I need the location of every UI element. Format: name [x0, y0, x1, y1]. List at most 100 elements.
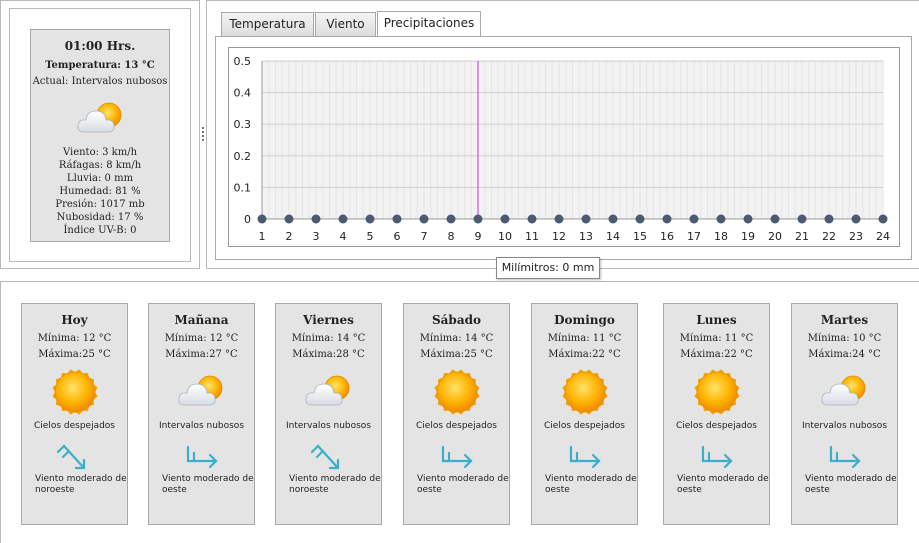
forecast-wind-text: Viento moderado de oeste	[677, 474, 769, 495]
splitter-grip-dot	[202, 139, 204, 141]
data-point	[446, 214, 456, 224]
forecast-day-card: Hoy Mínima: 12 °C Máxima:25 °C Cielos despe…	[21, 303, 128, 525]
tab-temperatura[interactable]: Temperatura	[221, 12, 314, 36]
x-tick-label: 11	[525, 230, 539, 243]
forecast-day-name: Viernes	[303, 313, 354, 327]
tab-precipitaciones[interactable]: Precipitaciones	[377, 11, 481, 37]
forecast-min-temp: Mínima: 11 °C	[679, 333, 754, 344]
forecast-condition: Cielos despejados	[34, 421, 115, 431]
x-tick-label: 3	[313, 230, 320, 243]
forecast-wind-text: Viento moderado de oeste	[805, 474, 897, 495]
y-tick-label: 0.2	[234, 150, 252, 163]
splitter-grip-dot	[202, 131, 204, 133]
x-tick-label: 1	[259, 230, 266, 243]
current-humidity: Humedad: 81 %	[59, 186, 141, 197]
data-point	[284, 214, 294, 224]
current-uv-index: Índice UV-B: 0	[63, 225, 137, 236]
forecast-condition: Cielos despejados	[416, 421, 497, 431]
precipitation-chart-svg: 00.10.20.30.40.51 2 3 4 5 6 7 8 9 10 11 12 13 14 15 16 1…	[234, 55, 891, 243]
wind-arrow-w-icon	[436, 438, 480, 470]
forecast-day-name: Domingo	[554, 313, 615, 327]
data-point	[365, 214, 375, 224]
partly-cloudy-icon	[75, 98, 127, 138]
data-point	[797, 214, 807, 224]
forecast-max-temp: Máxima:25 °C	[420, 349, 493, 360]
y-tick-label: 0.1	[234, 181, 252, 194]
forecast-day-card: Mañana Mínima: 12 °C Máxima:27 °C Intervalo…	[148, 303, 255, 525]
wind-arrow-w-icon	[696, 438, 740, 470]
forecast-day-card: Domingo Mínima: 11 °C Máxima:22 °C Cielos d…	[531, 303, 638, 525]
forecast-condition: Intervalos nubosos	[158, 421, 245, 431]
x-tick-label: 20	[768, 230, 782, 243]
forecast-wind-text: Viento moderado de oeste	[417, 474, 509, 495]
current-pressure: Presión: 1017 mb	[55, 199, 145, 210]
sun-icon	[691, 368, 743, 416]
forecast-day-name: Martes	[820, 313, 869, 327]
forecast-min-temp: Mínima: 12 °C	[164, 333, 239, 344]
forecast-min-temp: Mínima: 14 °C	[419, 333, 494, 344]
x-tick-label: 17	[687, 230, 701, 243]
forecast-max-temp: Máxima:22 °C	[680, 349, 753, 360]
data-point	[743, 214, 753, 224]
current-rain: Lluvia: 0 mm	[66, 173, 134, 184]
splitter-grip-dot	[202, 127, 204, 129]
forecast-day-name: Lunes	[696, 313, 737, 327]
partly-cloudy-icon	[819, 368, 871, 416]
data-point	[608, 214, 618, 224]
precipitation-chart[interactable]: 0 0.1 0.2 0.3 0.4 0.5 1 2 3 4 5 6 7 8 9 10 11 12 13 14 15 16 1…	[228, 47, 900, 279]
chart-panel: Temperatura Viento Precipitaciones 0 0.1 0…	[206, 0, 919, 279]
forecast-max-temp: Máxima:24 °C	[808, 349, 881, 360]
current-gusts: Ráfagas: 8 km/h	[58, 160, 142, 171]
forecast-max-temp: Máxima:25 °C	[38, 349, 111, 360]
data-point	[662, 214, 672, 224]
forecast-max-temp: Máxima:27 °C	[165, 349, 238, 360]
forecast-condition: Cielos despejados	[676, 421, 757, 431]
forecast-max-temp: Máxima:22 °C	[548, 349, 621, 360]
x-tick-label: 2	[286, 230, 293, 243]
wind-arrow-w-icon	[564, 438, 608, 470]
current-condition: Actual: Intervalos nubosos	[32, 76, 168, 87]
data-point	[500, 214, 510, 224]
forecast-max-temp: Máxima:28 °C	[292, 349, 365, 360]
partly-cloudy-icon	[176, 368, 228, 416]
current-time: 01:00 Hrs.	[64, 39, 136, 53]
forecast-day-card: Martes Mínima: 10 °C Máxima:24 °C Intervalo…	[791, 303, 898, 525]
data-point	[716, 214, 726, 224]
x-tick-label: 24	[876, 230, 890, 243]
y-tick-label: 0.5	[234, 55, 252, 68]
x-tick-label: 7	[421, 230, 428, 243]
x-tick-label: 5	[367, 230, 374, 243]
x-tick-label: 6	[394, 230, 401, 243]
chart-tooltip: Milímitros: 0 mm	[496, 257, 600, 279]
forecast-condition: Cielos despejados	[544, 421, 625, 431]
forecast-day-card: Viernes Mínima: 14 °C Máxima:28 °C Interval…	[275, 303, 382, 525]
x-tick-label: 19	[741, 230, 755, 243]
data-point	[878, 214, 888, 224]
x-tick-label: 14	[606, 230, 620, 243]
forecast-condition: Intervalos nubosos	[801, 421, 888, 431]
forecast-day-name: Sábado	[431, 313, 481, 327]
forecast-wind-text: Viento moderado de oeste	[162, 474, 254, 495]
data-point	[554, 214, 564, 224]
current-temperature: Temperatura: 13 °C	[45, 60, 155, 71]
data-point	[473, 214, 483, 224]
x-tick-label: 13	[579, 230, 593, 243]
sun-icon	[431, 368, 483, 416]
wind-arrow-w-icon	[824, 438, 868, 470]
current-cloudiness: Nubosidad: 17 %	[56, 212, 144, 223]
x-tick-label: 23	[849, 230, 863, 243]
data-point	[824, 214, 834, 224]
x-tick-label: 16	[660, 230, 674, 243]
forecast-condition: Intervalos nubosos	[285, 421, 372, 431]
data-point	[635, 214, 645, 224]
data-point	[851, 214, 861, 224]
data-point	[419, 214, 429, 224]
x-tick-label: 22	[822, 230, 836, 243]
tab-content-precipitaciones: 0 0.1 0.2 0.3 0.4 0.5 1 2 3 4 5 6 7 8 9 10 11 12 13 14 15 16 1…	[215, 36, 912, 279]
forecast-day-name: Mañana	[174, 313, 229, 327]
forecast-day-card: Lunes Mínima: 11 °C Máxima:22 °C Cielos des…	[663, 303, 770, 525]
wind-arrow-nw-icon	[308, 438, 352, 470]
data-point	[257, 214, 267, 224]
wind-arrow-nw-icon	[54, 438, 98, 470]
tab-viento[interactable]: Viento	[315, 12, 376, 36]
